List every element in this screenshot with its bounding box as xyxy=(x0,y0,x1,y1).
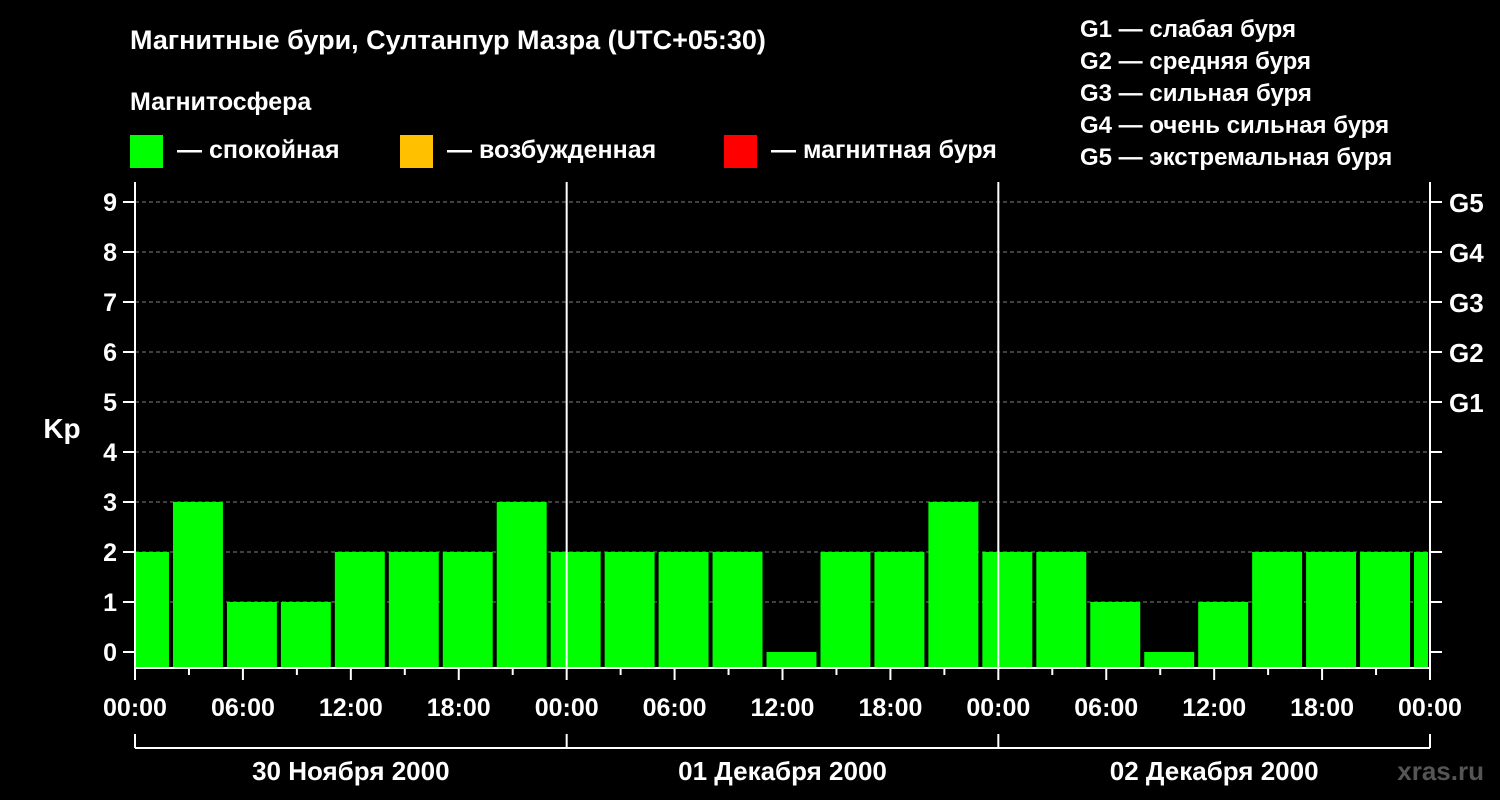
x-tick-label: 06:00 xyxy=(211,694,275,722)
kp-chart: Магнитные бури, Султанпур Мазра (UTC+05:… xyxy=(43,16,1484,786)
x-tick-label: 12:00 xyxy=(751,694,815,722)
chart-title: Магнитные бури, Султанпур Мазра (UTC+05:… xyxy=(130,25,766,55)
day-label: 30 Ноября 2000 xyxy=(252,756,449,786)
kp-bar xyxy=(1144,652,1195,668)
kp-bar xyxy=(820,552,871,668)
x-tick-label: 18:00 xyxy=(858,694,922,722)
kp-bar xyxy=(496,502,547,668)
x-tick-label: 18:00 xyxy=(1290,694,1354,722)
g-tick-label: G1 xyxy=(1449,388,1484,418)
kp-bar xyxy=(1306,552,1357,668)
y-tick-label: 5 xyxy=(103,389,117,417)
y-tick-label: 2 xyxy=(103,539,117,567)
y-tick-label: 6 xyxy=(103,339,117,367)
x-tick-label: 18:00 xyxy=(427,694,491,722)
y-tick-label: 4 xyxy=(103,439,117,467)
kp-bar xyxy=(1414,552,1428,668)
g-tick-label: G4 xyxy=(1449,238,1484,268)
x-tick-label: 12:00 xyxy=(319,694,383,722)
g-scale-g3: G3 — сильная буря xyxy=(1080,80,1312,107)
kp-bar xyxy=(442,552,493,668)
tick-labels: 0 1 2 3 4 5 6 7 8 9 G1 G2 G3 G4 G5 00:00 06:00 12:00 18:00… xyxy=(103,188,1484,786)
g-scale-g4: G4 — очень сильная буря xyxy=(1080,112,1389,139)
legend-swatch-storm xyxy=(724,135,757,168)
kp-bar xyxy=(334,552,385,668)
kp-bar xyxy=(1252,552,1303,668)
legend-label-storm: — магнитная буря xyxy=(771,136,997,164)
kp-bar xyxy=(928,502,979,668)
legend: — спокойная — возбужденная — магнитная б… xyxy=(130,135,997,168)
bars xyxy=(135,502,1428,668)
kp-bar xyxy=(388,552,439,668)
kp-bar xyxy=(1360,552,1411,668)
kp-bar xyxy=(550,552,601,668)
kp-bar xyxy=(658,552,709,668)
watermark: xras.ru xyxy=(1397,756,1484,786)
kp-bar xyxy=(1090,602,1141,668)
legend-swatch-excited xyxy=(400,135,433,168)
g-scale-legend: G1 — слабая буря G2 — средняя буря G3 — … xyxy=(1080,16,1392,171)
legend-label-calm: — спокойная xyxy=(177,136,340,164)
g-scale-g2: G2 — средняя буря xyxy=(1080,48,1311,75)
magnetosphere-label: Магнитосфера xyxy=(130,88,312,116)
y-tick-label: 7 xyxy=(103,289,117,317)
x-tick-label: 06:00 xyxy=(1074,694,1138,722)
x-tick-label: 00:00 xyxy=(535,694,599,722)
kp-bar xyxy=(874,552,925,668)
legend-label-excited: — возбужденная xyxy=(447,136,656,164)
kp-bar xyxy=(766,652,817,668)
x-tick-label: 00:00 xyxy=(1398,694,1462,722)
grid-lines xyxy=(135,201,1430,603)
kp-bar xyxy=(226,602,277,668)
y-tick-label: 9 xyxy=(103,189,117,217)
y-tick-label: 1 xyxy=(103,589,117,617)
kp-bar xyxy=(172,502,223,668)
day-label: 01 Декабря 2000 xyxy=(678,756,887,786)
y-tick-label: 8 xyxy=(103,239,117,267)
kp-bar xyxy=(1198,602,1249,668)
g-scale-g1: G1 — слабая буря xyxy=(1080,16,1296,43)
kp-bar xyxy=(604,552,655,668)
y-tick-label: 0 xyxy=(103,639,117,667)
legend-swatch-calm xyxy=(130,135,163,168)
g-tick-label: G3 xyxy=(1449,288,1484,318)
x-tick-label: 00:00 xyxy=(966,694,1030,722)
day-label: 02 Декабря 2000 xyxy=(1110,756,1319,786)
x-tick-label: 06:00 xyxy=(643,694,707,722)
g-tick-label: G2 xyxy=(1449,338,1484,368)
kp-bar xyxy=(280,602,331,668)
x-tick-label: 12:00 xyxy=(1182,694,1246,722)
g-scale-g5: G5 — экстремальная буря xyxy=(1080,144,1392,171)
kp-bar xyxy=(1036,552,1087,668)
y-axis-label: Kp xyxy=(43,413,80,444)
x-tick-label: 00:00 xyxy=(103,694,167,722)
g-tick-label: G5 xyxy=(1449,188,1484,218)
y-tick-label: 3 xyxy=(103,489,117,517)
kp-bar xyxy=(135,552,169,668)
kp-bar xyxy=(982,552,1033,668)
kp-bar xyxy=(712,552,763,668)
